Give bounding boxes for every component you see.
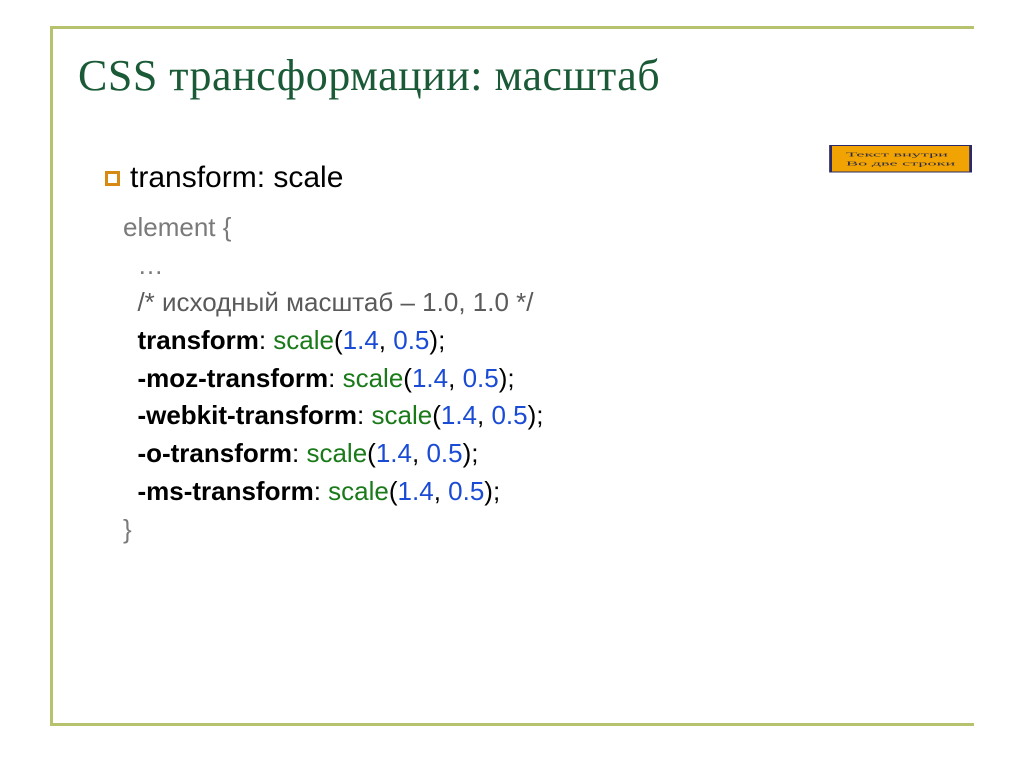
code-comment: /* исходный масштаб – 1.0, 1.0 */ (137, 287, 533, 317)
code-selector: element { (123, 212, 231, 242)
square-bullet-icon (105, 171, 120, 186)
content: transform: scale element { … /* исходный… (105, 161, 974, 548)
code-prop-line: -ms-transform: scale(1.4, 0.5); (123, 473, 974, 511)
frame-top (50, 26, 974, 29)
code-prop-line: -o-transform: scale(1.4, 0.5); (123, 435, 974, 473)
frame-bottom (50, 723, 974, 726)
bullet-row: transform: scale (105, 161, 974, 195)
code-close: } (123, 514, 132, 544)
frame-left (50, 26, 53, 726)
code-ellipsis: … (137, 250, 163, 280)
slide-title: CSS трансформации: масштаб (78, 50, 974, 101)
code-prop-line: -moz-transform: scale(1.4, 0.5); (123, 360, 974, 398)
code-prop-line: -webkit-transform: scale(1.4, 0.5); (123, 397, 974, 435)
code-prop-line: transform: scale(1.4, 0.5); (123, 322, 974, 360)
bullet-text: transform: scale (130, 161, 343, 195)
code-block: element { … /* исходный масштаб – 1.0, 1… (123, 209, 974, 548)
sample-line-1: Текст внутри (846, 150, 955, 159)
slide: CSS трансформации: масштаб Текст внутри … (0, 0, 1024, 768)
